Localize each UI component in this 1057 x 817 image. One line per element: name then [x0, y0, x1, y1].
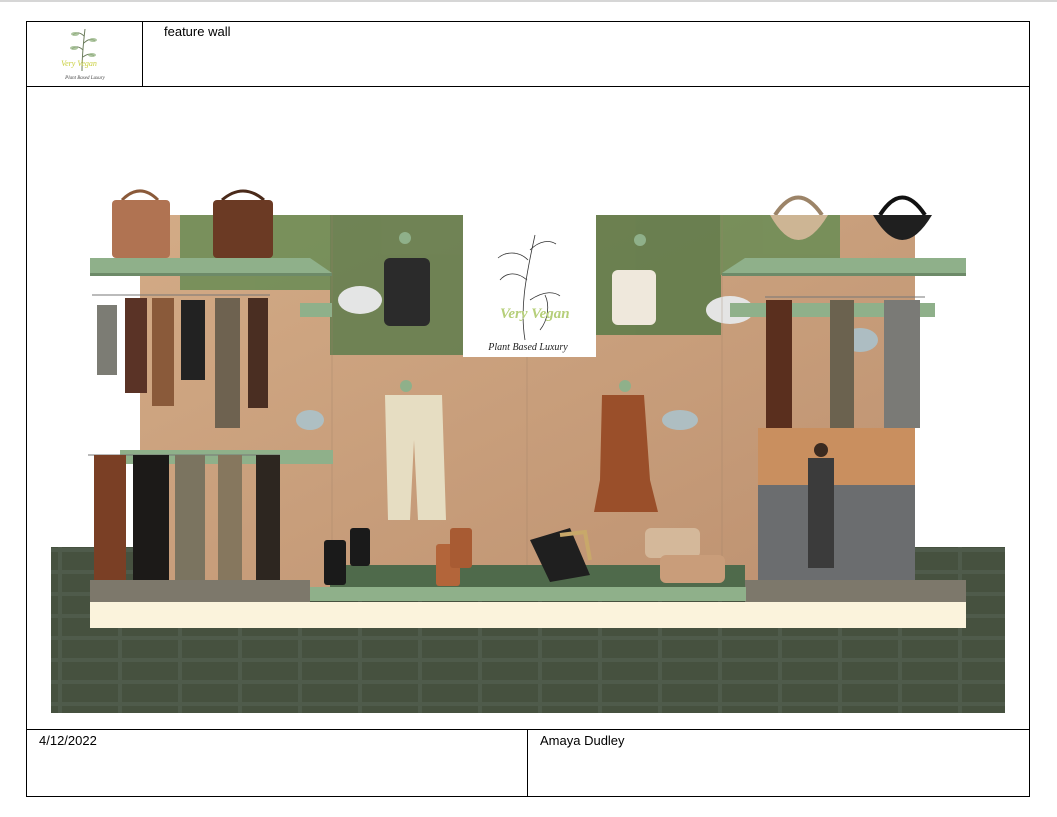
right-upper-dresses [765, 296, 925, 430]
right-top-shelf [722, 258, 966, 273]
footer-date: 4/12/2022 [39, 733, 97, 748]
brand-sign [463, 215, 596, 357]
handbag-croc-brown [213, 189, 273, 258]
footer-frame [26, 729, 1030, 797]
left-top-shelf [90, 258, 332, 273]
handbag-croc-tan [112, 189, 170, 258]
side-platform [90, 580, 310, 602]
cream-platform [90, 602, 966, 628]
sign-brand-secondary: Plant Based Luxury [487, 342, 568, 353]
footer-divider [527, 729, 528, 797]
lifestyle-photo [758, 428, 915, 580]
sign-brand-primary: Very Vegan [500, 306, 570, 322]
green-platform [310, 587, 746, 601]
footer-author: Amaya Dudley [540, 733, 625, 748]
feature-wall-illustration: Very Vegan Plant Based Luxury [51, 189, 1005, 713]
